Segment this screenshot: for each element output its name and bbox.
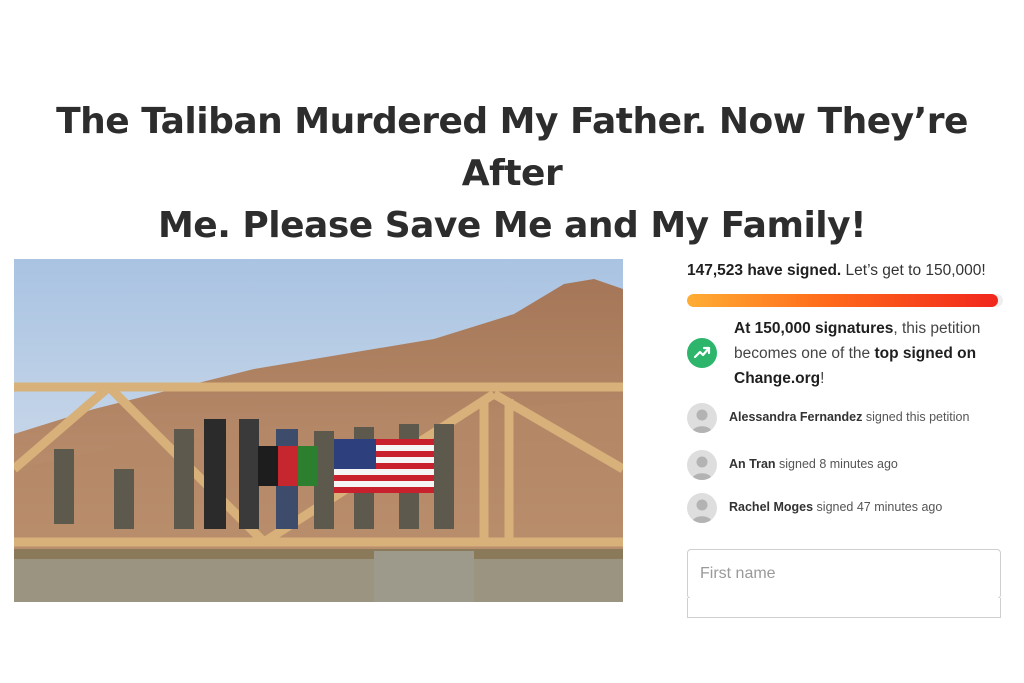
avatar <box>687 493 717 523</box>
milestone-text-2: ! <box>820 370 825 387</box>
petition-photo <box>14 259 623 602</box>
milestone-text: At 150,000 signatures, this petition bec… <box>734 316 1009 391</box>
panel-cutoff <box>687 618 1007 683</box>
recent-signer-name: Alessandra Fernandez <box>729 410 863 424</box>
recent-signer: Rachel Moges signed 47 minutes ago <box>687 493 1007 523</box>
avatar <box>687 450 717 480</box>
petition-title-line-2: Me. Please Save Me and My Family! <box>157 205 867 246</box>
recent-signer-name: An Tran <box>729 457 776 471</box>
recent-signer-text: Alessandra Fernandez signed this petitio… <box>729 410 969 424</box>
recent-signer-text: Rachel Moges signed 47 minutes ago <box>729 500 942 514</box>
recent-signer-action: signed 47 minutes ago <box>813 500 943 514</box>
last-name-input[interactable] <box>687 598 1001 618</box>
recent-signer-text: An Tran signed 8 minutes ago <box>729 457 898 471</box>
recent-signer-name: Rachel Moges <box>729 500 814 514</box>
recent-signer: Alessandra Fernandez signed this petitio… <box>687 403 1007 433</box>
signature-count: 147,523 have signed. Let’s get to 150,00… <box>687 262 1007 280</box>
recent-signer-action: signed 8 minutes ago <box>775 457 898 471</box>
signature-progress-fill <box>687 294 998 307</box>
signature-progress-bar <box>687 294 1003 307</box>
signature-count-number: 147,523 have signed. <box>687 262 842 279</box>
milestone-bold-1: At 150,000 signatures <box>734 320 894 337</box>
recent-signer: An Tran signed 8 minutes ago <box>687 450 1007 480</box>
trending-up-icon <box>687 338 717 368</box>
avatar <box>687 403 717 433</box>
petition-title: The Taliban Murdered My Father. Now They… <box>0 96 1024 252</box>
petition-title-line-1: The Taliban Murdered My Father. Now They… <box>56 101 968 194</box>
recent-signer-action: signed this petition <box>862 410 970 424</box>
petition-photo-image <box>14 259 623 602</box>
signature-goal: Let’s get to 150,000! <box>841 262 986 279</box>
first-name-input[interactable] <box>687 549 1001 599</box>
